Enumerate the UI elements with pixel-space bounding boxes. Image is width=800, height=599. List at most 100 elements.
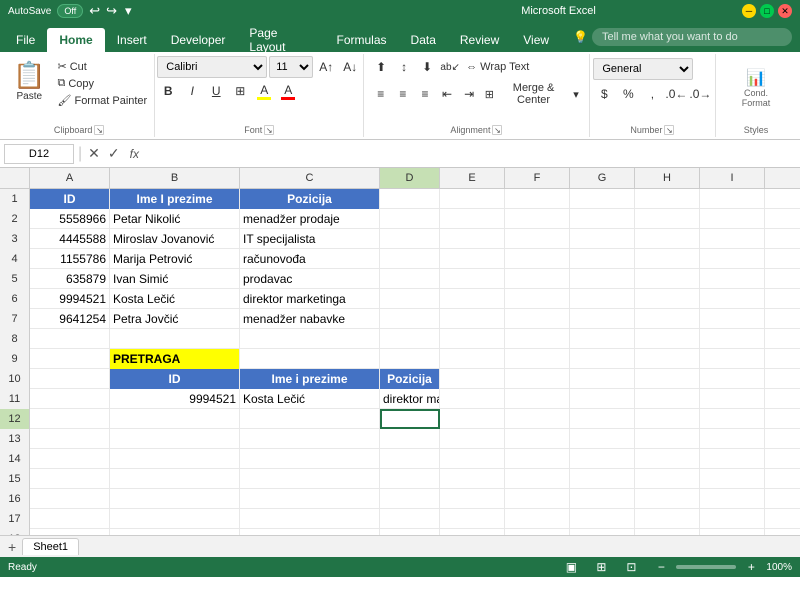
cell-d1[interactable] [380, 189, 440, 209]
cancel-formula-button[interactable]: ✕ [86, 145, 102, 162]
cell-d2[interactable] [380, 209, 440, 229]
cell-h14[interactable] [635, 449, 700, 469]
cell-i11[interactable] [700, 389, 765, 409]
cell-b11[interactable]: 9994521 [110, 389, 240, 409]
cell-d3[interactable] [380, 229, 440, 249]
cell-g4[interactable] [570, 249, 635, 269]
number-expand[interactable]: ↘ [664, 125, 674, 135]
formula-input[interactable] [147, 147, 796, 161]
cell-h2[interactable] [635, 209, 700, 229]
cell-g11[interactable] [570, 389, 635, 409]
cell-g8[interactable] [570, 329, 635, 349]
cell-e3[interactable] [440, 229, 505, 249]
cell-e15[interactable] [440, 469, 505, 489]
cell-b1[interactable]: Ime I prezime [110, 189, 240, 209]
comma-format-button[interactable]: , [641, 83, 663, 105]
align-right-button[interactable]: ≡ [414, 83, 435, 105]
cell-c3[interactable]: IT specijalista [240, 229, 380, 249]
wrap-text-button[interactable]: ⇔ Wrap Text [462, 59, 533, 75]
cell-c7[interactable]: menadžer nabavke [240, 309, 380, 329]
font-size-decrease-button[interactable]: A↓ [339, 56, 361, 78]
cell-b2[interactable]: Petar Nikolić [110, 209, 240, 229]
cell-b16[interactable] [110, 489, 240, 509]
cell-b14[interactable] [110, 449, 240, 469]
cell-f2[interactable] [505, 209, 570, 229]
cell-a13[interactable] [30, 429, 110, 449]
cell-h15[interactable] [635, 469, 700, 489]
bold-button[interactable]: B [157, 80, 179, 102]
cell-b9[interactable]: PRETRAGA [110, 349, 240, 369]
row-header-14[interactable]: 14 [0, 449, 30, 469]
cell-f11[interactable] [505, 389, 570, 409]
merge-center-button[interactable]: ⊞ Merge & Center ▾ [481, 80, 583, 108]
zoom-slider[interactable] [676, 565, 736, 569]
cell-e7[interactable] [440, 309, 505, 329]
cell-h3[interactable] [635, 229, 700, 249]
cell-i9[interactable] [700, 349, 765, 369]
cell-c14[interactable] [240, 449, 380, 469]
cell-i16[interactable] [700, 489, 765, 509]
undo-button[interactable]: ↩ [87, 3, 102, 19]
cell-h4[interactable] [635, 249, 700, 269]
accounting-format-button[interactable]: $ [593, 83, 615, 105]
alignment-expand[interactable]: ↘ [492, 125, 502, 135]
cell-h7[interactable] [635, 309, 700, 329]
customize-qat-button[interactable]: ▾ [123, 3, 134, 19]
restore-button[interactable]: □ [760, 4, 774, 18]
tab-formulas[interactable]: Formulas [325, 28, 399, 52]
cell-a9[interactable] [30, 349, 110, 369]
cell-i18[interactable] [700, 529, 765, 535]
font-size-increase-button[interactable]: A↑ [315, 56, 337, 78]
cell-h17[interactable] [635, 509, 700, 529]
row-header-4[interactable]: 4 [0, 249, 30, 269]
col-header-a[interactable]: A [30, 168, 110, 188]
cell-e2[interactable] [440, 209, 505, 229]
row-header-13[interactable]: 13 [0, 429, 30, 449]
cell-d18[interactable] [380, 529, 440, 535]
zoom-in-button[interactable]: + [740, 556, 762, 578]
cell-d4[interactable] [380, 249, 440, 269]
cell-b13[interactable] [110, 429, 240, 449]
cell-a2[interactable]: 5558966 [30, 209, 110, 229]
paste-button[interactable]: 📋 Paste [7, 58, 51, 104]
cell-i17[interactable] [700, 509, 765, 529]
cell-e12[interactable] [440, 409, 505, 429]
cell-c10[interactable]: Ime i prezime [240, 369, 380, 389]
cell-f5[interactable] [505, 269, 570, 289]
decrease-indent-button[interactable]: ⇤ [437, 83, 458, 105]
format-painter-button[interactable]: 🖌 Format Painter [54, 92, 152, 109]
col-header-f[interactable]: F [505, 168, 570, 188]
clipboard-expand[interactable]: ↘ [94, 125, 104, 135]
cell-c11[interactable]: Kosta Lečić [240, 389, 380, 409]
cell-a18[interactable] [30, 529, 110, 535]
cell-i13[interactable] [700, 429, 765, 449]
cell-h16[interactable] [635, 489, 700, 509]
cell-d16[interactable] [380, 489, 440, 509]
cell-e13[interactable] [440, 429, 505, 449]
col-header-i[interactable]: I [700, 168, 765, 188]
cell-e11[interactable] [440, 389, 505, 409]
col-header-c[interactable]: C [240, 168, 380, 188]
cell-c6[interactable]: direktor marketinga [240, 289, 380, 309]
cell-g14[interactable] [570, 449, 635, 469]
row-header-1[interactable]: 1 [0, 189, 30, 209]
cell-g2[interactable] [570, 209, 635, 229]
cell-b7[interactable]: Petra Jovčić [110, 309, 240, 329]
tab-developer[interactable]: Developer [159, 28, 238, 52]
increase-decimal-button[interactable]: .0→ [689, 83, 711, 105]
cell-f4[interactable] [505, 249, 570, 269]
row-header-9[interactable]: 9 [0, 349, 30, 369]
col-header-e[interactable]: E [440, 168, 505, 188]
cell-d15[interactable] [380, 469, 440, 489]
underline-button[interactable]: U [205, 80, 227, 102]
cell-h9[interactable] [635, 349, 700, 369]
cell-f13[interactable] [505, 429, 570, 449]
cell-e1[interactable] [440, 189, 505, 209]
cell-h18[interactable] [635, 529, 700, 535]
tab-page-layout[interactable]: Page Layout [237, 28, 324, 52]
tab-review[interactable]: Review [448, 28, 511, 52]
cell-a1[interactable]: ID [30, 189, 110, 209]
sheet-tab-1[interactable]: Sheet1 [22, 538, 79, 555]
cell-f9[interactable] [505, 349, 570, 369]
cell-b8[interactable] [110, 329, 240, 349]
